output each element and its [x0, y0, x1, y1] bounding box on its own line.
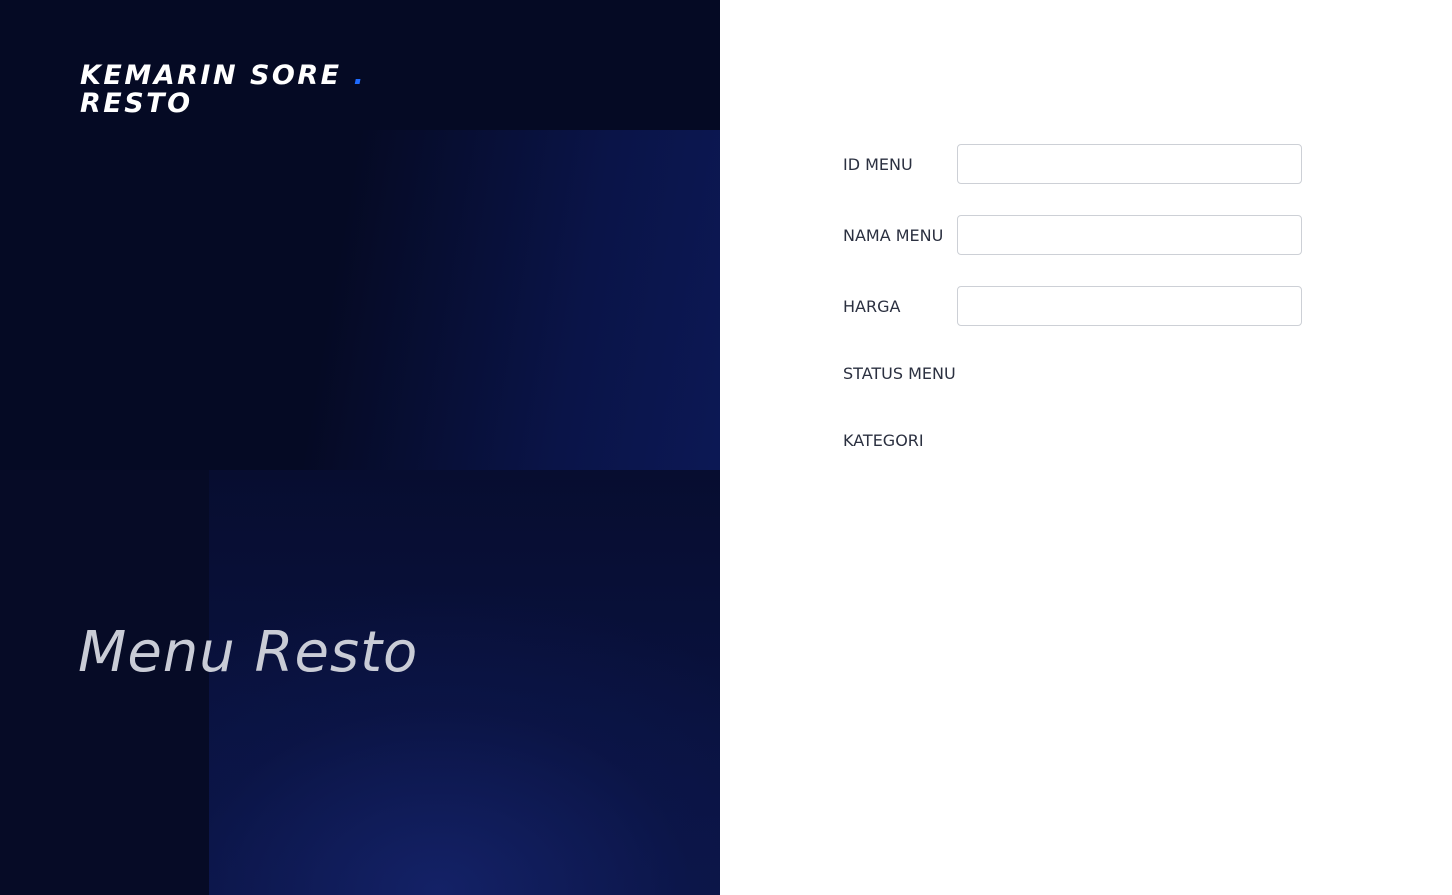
nama-menu-input[interactable]	[957, 215, 1302, 255]
brand-logo[interactable]: KEMARIN SORE . RESTO	[80, 62, 366, 118]
hero-title: Menu Resto	[78, 620, 419, 685]
harga-input[interactable]	[957, 286, 1302, 326]
menu-form: ID MENU NAMA MENU HARGA STATUS MENU KATE…	[843, 0, 1313, 895]
hero-panel: KEMARIN SORE . RESTO Menu Resto	[0, 0, 720, 895]
brand-name-line1: KEMARIN SORE	[80, 60, 342, 91]
page: KEMARIN SORE . RESTO Menu Resto ID MENU …	[0, 0, 1452, 895]
brand-dot: .	[353, 60, 367, 91]
harga-label: HARGA	[843, 297, 901, 316]
status-menu-label: STATUS MENU	[843, 364, 956, 383]
nama-menu-label: NAMA MENU	[843, 226, 944, 245]
kategori-label: KATEGORI	[843, 431, 924, 450]
brand-name-line2: RESTO	[80, 88, 193, 119]
id-menu-label: ID MENU	[843, 155, 913, 174]
id-menu-input[interactable]	[957, 144, 1302, 184]
